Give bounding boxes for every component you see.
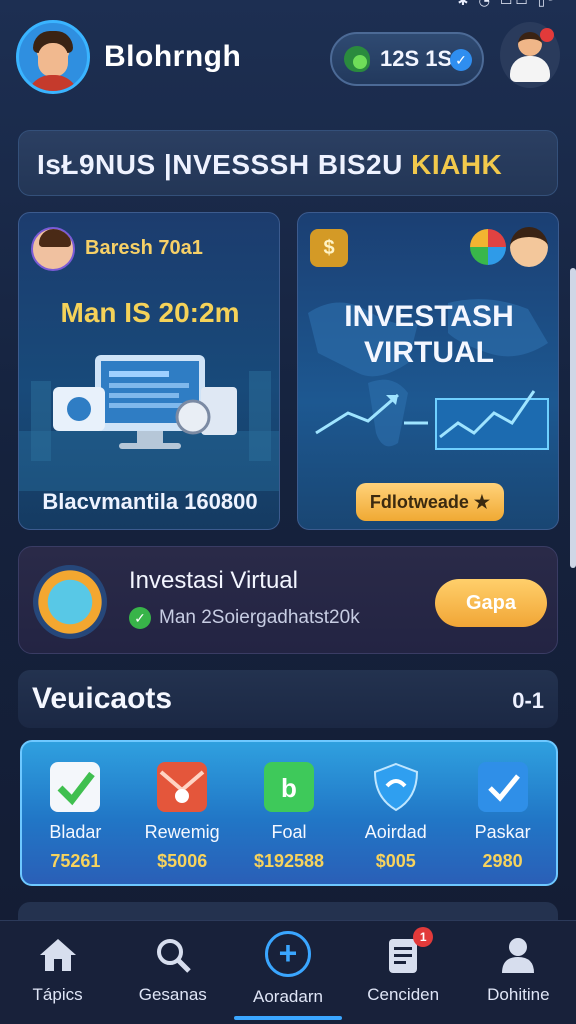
section-header: Veuicaots 0-1 [18,670,558,728]
banner-title: IsŁ9NUS |NVESSSH BIS2U KIAHK [37,149,502,181]
quick-action-label: Foal [271,822,307,842]
checklist-icon [477,762,528,812]
nav-item-search[interactable]: Gesanas [115,921,230,1024]
scrollbar[interactable] [570,268,576,568]
check-icon [50,762,101,812]
nav-label: Cenciden [367,985,440,1004]
quick-action-item[interactable]: b Foal $192588 [237,742,341,884]
quick-action-value: 2980 [482,851,523,871]
promo-banner[interactable]: IsŁ9NUS |NVESSSH BIS2U KIAHK [18,130,558,196]
quick-action-label: Rewemig [144,822,220,842]
quick-action-label: Paskar [474,822,531,842]
quick-action-label: Bladar [49,822,102,842]
info-card[interactable]: Investasi Virtual ✓ Man 2Soiergadhatst20… [18,546,558,654]
banner-title-accent: KIAHK [411,149,503,180]
nav-label: Aoradarn [253,987,323,1006]
card-amount: Man IS 20:2m [60,297,240,328]
quick-actions-panel: Bladar 75261 Rewemig $5006 b Foal $19258… [20,740,558,886]
card-title: INVESTASH VIRTUAL [298,299,558,371]
quick-action-value: $5006 [157,851,208,871]
nav-label: Gesanas [138,985,207,1004]
investment-card-right[interactable]: $ INVESTASH VIRTUAL Fdlotweade ★ [297,212,559,530]
verified-check-icon: ✓ [450,49,472,71]
quick-action-item[interactable]: Paskar 2980 [451,742,555,884]
section-count: 0-1 [512,688,544,713]
envelope-icon [157,762,208,812]
nav-item-documents[interactable]: 1 Cenciden [346,921,461,1024]
shopping-bag-icon: b [263,762,314,812]
status-icons: ✱ ◔ ▭▭ ▯ᵃ [457,0,556,9]
avatar[interactable] [16,20,90,94]
quick-action-value: 75261 [50,851,101,871]
card-name: Baresh 70a1 [85,237,203,259]
document-icon: 1 [383,927,434,975]
investment-card-left[interactable]: Baresh 70a1 Man IS 20:2m Blacvmantila 16… [18,212,280,530]
balance-pill[interactable]: 12S 1S ✓ [330,32,484,86]
status-bar: ✱ ◔ ▭▭ ▯ᵃ [0,0,576,10]
nav-item-profile[interactable]: Dohitine [461,921,576,1024]
quick-action-value: $005 [375,851,416,871]
computer-illustration [19,355,279,491]
person-avatar-icon [510,227,548,267]
card-title-line2: VIRTUAL [364,336,494,369]
nav-label: Tápics [32,985,83,1004]
card-title-line1: INVESTASH [344,300,514,333]
profile-button[interactable] [500,22,560,88]
quick-action-item[interactable]: Rewemig $5006 [130,742,234,884]
info-title: Investasi Virtual [129,567,298,594]
home-icon [38,935,78,975]
coin-icon [344,46,370,72]
check-icon: ✓ [129,607,151,629]
quick-action-item[interactable]: Bladar 75261 [23,742,127,884]
banner-title-main: IsŁ9NUS |NVESSSH BIS2U [37,149,412,180]
search-icon [153,935,193,975]
nav-item-add[interactable]: + Aoradarn [230,921,345,1024]
info-action-button[interactable]: Gapa [435,579,547,627]
globe-icon [470,229,506,265]
nav-item-home[interactable]: Tápics [0,921,115,1024]
nav-label: Dohitine [487,985,550,1004]
bottom-nav: Tápics Gesanas + Aoradarn 1 Cenciden Doh… [0,920,576,1024]
card-avatar [31,227,75,271]
notification-badge: 1 [413,927,434,947]
card-footer: Blacvmantila 160800 [42,489,258,514]
clock-coin-icon [33,565,107,639]
quick-action-item[interactable]: Aoirdad $005 [344,742,448,884]
balance-value: 12S 1S [380,46,453,71]
section-title: Veuicaots [32,682,173,715]
notification-dot [540,28,554,42]
svg-text:b: b [281,773,297,803]
plus-icon: + [264,931,311,977]
info-subtitle: Man 2Soiergadhatst20k [159,607,360,628]
money-bag-icon: $ [310,229,348,267]
quick-action-label: Aoirdad [364,822,427,842]
username: Blohrngh [104,40,242,73]
person-icon [498,935,538,975]
quick-action-value: $192588 [253,851,325,871]
shield-icon [371,762,421,812]
card-action-button[interactable]: Fdlotweade ★ [356,483,504,521]
header: Blohrngh 12S 1S ✓ [16,18,560,100]
